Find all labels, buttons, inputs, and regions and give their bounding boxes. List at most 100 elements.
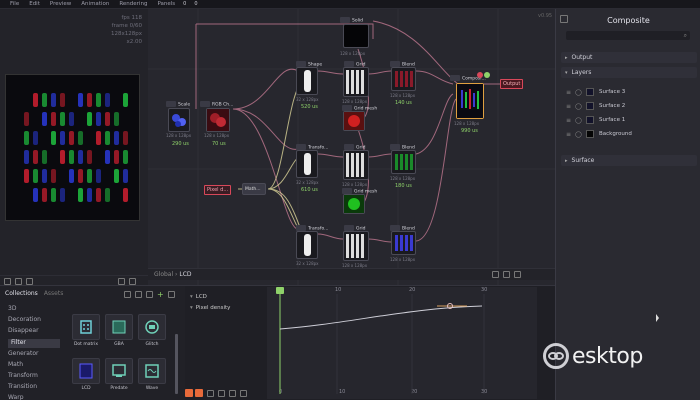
menu-file[interactable]: File bbox=[10, 1, 19, 7]
collection-transform[interactable]: Transform bbox=[8, 372, 38, 381]
fullscreen-icon[interactable] bbox=[129, 278, 136, 285]
drag-handle-icon[interactable]: ≡ bbox=[566, 103, 572, 110]
node-grid3[interactable] bbox=[343, 231, 369, 261]
frame-icon[interactable] bbox=[4, 278, 11, 285]
node-shape-time: 520 us bbox=[301, 104, 318, 110]
node-shape[interactable] bbox=[296, 67, 318, 95]
tab-collections[interactable]: Collections bbox=[5, 290, 38, 297]
graph-grid-icon[interactable] bbox=[491, 271, 499, 278]
layer-row[interactable]: ≡ ◯ Surface 1 bbox=[566, 114, 686, 126]
skip-forward-icon[interactable] bbox=[229, 389, 236, 397]
node-transform2[interactable] bbox=[296, 231, 318, 259]
breadcrumb[interactable]: Global › LCD bbox=[154, 271, 192, 278]
pin-icon[interactable] bbox=[560, 15, 568, 23]
menu-rendering[interactable]: Rendering bbox=[119, 1, 147, 7]
composite-port-red[interactable] bbox=[477, 72, 483, 78]
output-tag[interactable]: Output bbox=[500, 79, 524, 89]
predate-icon bbox=[112, 364, 126, 377]
menu-panels[interactable]: Panels bbox=[157, 1, 175, 7]
node-composite[interactable] bbox=[456, 83, 484, 119]
drag-handle-icon[interactable]: ≡ bbox=[566, 131, 572, 138]
tile-gba[interactable] bbox=[105, 314, 133, 340]
preview-frame: frame 0/60 bbox=[111, 23, 142, 29]
collection-3d[interactable]: 3D bbox=[8, 305, 16, 314]
graph-footer: Global › LCD bbox=[148, 268, 555, 280]
collection-filter[interactable]: Filter bbox=[8, 339, 60, 348]
pixel-density-tag[interactable]: Pixel d... bbox=[204, 185, 232, 195]
collection-math[interactable]: Math bbox=[8, 361, 23, 370]
grid-view-icon[interactable] bbox=[167, 291, 175, 298]
node-solid[interactable] bbox=[343, 24, 369, 48]
chevron-right-icon: ▸ bbox=[565, 157, 568, 164]
play-icon[interactable] bbox=[218, 389, 225, 397]
node-blend1[interactable] bbox=[391, 67, 416, 91]
node-transform1[interactable] bbox=[296, 150, 318, 178]
new-folder-icon[interactable] bbox=[146, 291, 153, 298]
loop-icon[interactable] bbox=[240, 389, 247, 397]
node-gridmesh2[interactable] bbox=[343, 194, 365, 214]
layer-row[interactable]: ≡ ◯ Background bbox=[566, 128, 686, 140]
tile-glitch-label: Glitch bbox=[145, 342, 159, 347]
preview-canvas[interactable] bbox=[5, 74, 140, 221]
tile-wave[interactable] bbox=[138, 358, 166, 384]
tab-assets[interactable]: Assets bbox=[44, 290, 64, 297]
visibility-icon[interactable]: ◯ bbox=[575, 103, 583, 110]
anim-track[interactable]: ▾ Pixel density ◆ bbox=[190, 304, 275, 311]
collections-scrollbar[interactable] bbox=[175, 334, 178, 394]
skip-back-icon[interactable] bbox=[207, 389, 214, 397]
menu-preview[interactable]: Preview bbox=[50, 1, 71, 7]
collection-transition[interactable]: Transition bbox=[8, 383, 37, 392]
node-scale[interactable] bbox=[168, 108, 190, 132]
visibility-icon[interactable]: ◯ bbox=[575, 89, 583, 96]
anim-group[interactable]: ▾ LCD bbox=[190, 294, 207, 300]
composite-port-green[interactable] bbox=[484, 72, 490, 78]
collection-warp[interactable]: Warp bbox=[8, 394, 24, 400]
collection-decoration[interactable]: Decoration bbox=[8, 316, 41, 325]
wave-icon bbox=[145, 364, 159, 378]
node-scale-title[interactable]: Scale bbox=[166, 101, 190, 108]
node-math[interactable]: Math... bbox=[242, 183, 266, 195]
menu-animation[interactable]: Animation bbox=[81, 1, 109, 7]
tile-lcd[interactable] bbox=[72, 358, 100, 384]
add-icon[interactable]: + bbox=[157, 290, 164, 299]
inspector-search[interactable]: ⌕ bbox=[566, 31, 690, 40]
section-surface[interactable]: ▸ Surface bbox=[561, 155, 697, 166]
layer-row[interactable]: ≡ ◯ Surface 2 bbox=[566, 100, 686, 112]
folder-icon[interactable] bbox=[124, 291, 131, 298]
tile-dot-matrix[interactable] bbox=[72, 314, 100, 340]
layer-row[interactable]: ≡ ◯ Surface 3 bbox=[566, 86, 686, 98]
node-rgb[interactable] bbox=[206, 108, 230, 132]
drag-handle-icon[interactable]: ≡ bbox=[566, 117, 572, 124]
node-graph[interactable]: Scale 128 x 128px 290 us RGB Ch... 128 x… bbox=[148, 9, 555, 285]
collection-disappear[interactable]: Disappear bbox=[8, 327, 39, 336]
export-icon[interactable] bbox=[118, 278, 125, 285]
channel-icon[interactable] bbox=[26, 278, 33, 285]
node-gridmesh1[interactable] bbox=[343, 111, 365, 131]
node-rgb-title[interactable]: RGB Ch... bbox=[200, 101, 233, 108]
tile-predate[interactable] bbox=[105, 358, 133, 384]
timeline[interactable]: 0 10 20 30 0 10 20 30 bbox=[267, 287, 537, 399]
drag-handle-icon[interactable]: ≡ bbox=[566, 89, 572, 96]
node-grid1[interactable] bbox=[343, 67, 369, 97]
graph-curve-icon[interactable] bbox=[502, 271, 510, 278]
visibility-icon[interactable]: ◯ bbox=[575, 131, 583, 138]
refresh-icon[interactable] bbox=[135, 291, 142, 298]
graph-fit-icon[interactable] bbox=[513, 271, 521, 278]
tile-glitch[interactable] bbox=[138, 314, 166, 340]
section-output[interactable]: ▸ Output bbox=[561, 52, 697, 63]
grid-icon[interactable] bbox=[15, 278, 22, 285]
node-grid2[interactable] bbox=[343, 150, 369, 180]
node-solid-title[interactable]: Solid bbox=[340, 17, 363, 24]
visibility-icon[interactable]: ◯ bbox=[575, 117, 583, 124]
pause-button[interactable] bbox=[195, 389, 203, 397]
section-layers[interactable]: ▾ Layers bbox=[561, 67, 697, 78]
playhead[interactable] bbox=[276, 287, 284, 294]
node-blend2-dim: 128 x 128px bbox=[390, 176, 416, 181]
menu-edit[interactable]: Edit bbox=[29, 1, 40, 7]
preview-zoom: x2.00 bbox=[126, 39, 142, 45]
stop-button[interactable] bbox=[185, 389, 193, 397]
node-blend3[interactable] bbox=[391, 231, 416, 255]
node-blend2[interactable] bbox=[391, 150, 416, 174]
node-transform1-dim: 32 x 128px bbox=[296, 180, 319, 185]
collection-generator[interactable]: Generator bbox=[8, 350, 38, 359]
